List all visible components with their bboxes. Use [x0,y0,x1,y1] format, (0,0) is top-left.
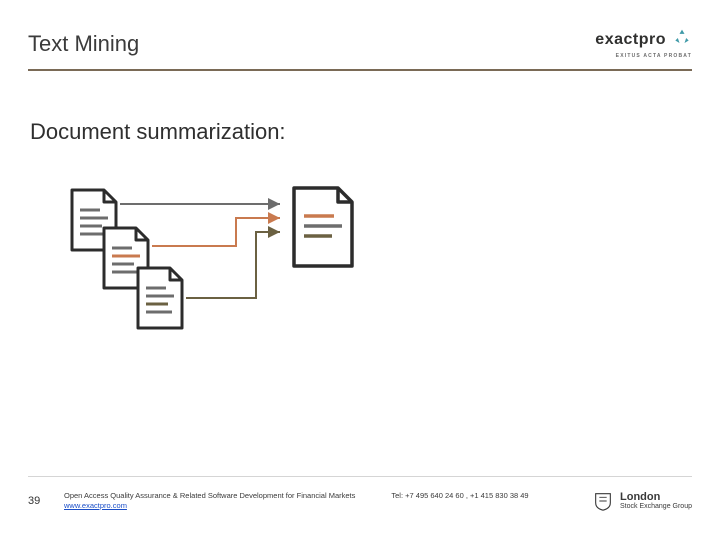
coat-of-arms-icon [592,490,614,512]
footer-link[interactable]: www.exactpro.com [64,501,127,510]
summary-doc-icon [288,186,358,272]
section-heading: Document summarization: [30,119,692,145]
logo-text: exactpro [595,32,666,48]
recycle-icon [672,28,692,52]
lseg-logo: London Stock Exchange Group [592,490,692,512]
slide-title: Text Mining [28,31,139,57]
exactpro-logo: exactpro EXITUS ACTA PROBAT [595,28,692,59]
footer-description: Open Access Quality Assurance & Related … [64,491,355,500]
summarization-diagram [66,188,406,368]
lseg-line1: London [620,492,692,503]
footer: 39 Open Access Quality Assurance & Relat… [0,476,720,540]
page-number: 39 [28,495,64,507]
logo-tagline: EXITUS ACTA PROBAT [616,54,692,59]
footer-contact: Tel: +7 495 640 24 60 , +1 415 830 38 49 [391,491,528,512]
header-rule [28,69,692,71]
lseg-line2: Stock Exchange Group [620,503,692,510]
source-doc-icon [132,266,186,334]
